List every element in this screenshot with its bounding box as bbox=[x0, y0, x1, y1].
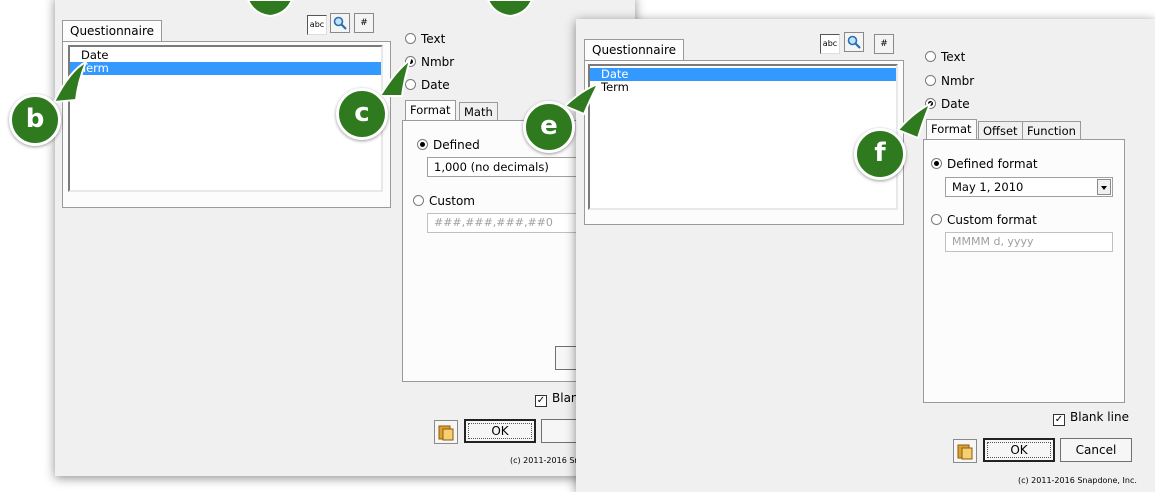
callout-f: f bbox=[854, 128, 906, 180]
callout-c: c bbox=[336, 88, 388, 140]
callout-b: b bbox=[9, 94, 61, 146]
callout-pointers bbox=[52, 0, 932, 140]
callout-e: e bbox=[523, 101, 575, 153]
